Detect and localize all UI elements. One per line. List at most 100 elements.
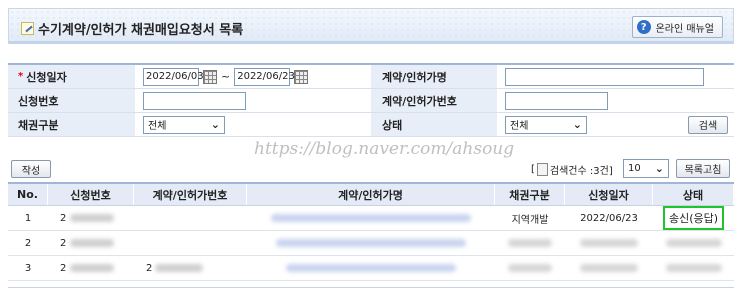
required-mark: *	[18, 71, 24, 82]
contract-no-label: 계약/인허가번호	[371, 89, 497, 112]
online-manual-button[interactable]: ? 온라인 매뉴얼	[631, 16, 723, 38]
status-value: 전체	[510, 121, 529, 132]
redacted-text	[70, 264, 115, 272]
cell-no: 2	[24, 237, 32, 249]
cell-apply-date	[565, 256, 653, 280]
cell-status	[653, 256, 734, 280]
table-row[interactable]: 3 2 2	[8, 256, 734, 281]
contract-no-input[interactable]	[505, 91, 608, 110]
help-icon: ?	[636, 20, 651, 34]
count-text: 검색건수 :3건]	[549, 165, 613, 177]
contract-name-label: 계약/인허가명	[371, 65, 497, 88]
redacted-text	[70, 214, 115, 222]
cell-contract-name[interactable]	[247, 256, 495, 280]
title-bar: 수기계약/인허가 채권매입요청서 목록 ? 온라인 매뉴얼	[8, 8, 734, 44]
search-form: * 신청일자 2022/06/03 ~ 2022/06/23 계약/인허가명 신…	[8, 63, 734, 137]
page-size-value: 10	[628, 163, 641, 174]
cell-contract-no	[134, 231, 247, 255]
bond-type-label: 채권구분	[8, 113, 135, 136]
cell-apply-date	[565, 231, 653, 255]
redacted-text	[665, 264, 722, 272]
cell-status: 송신(응답)	[653, 206, 734, 230]
chevron-down-icon: ⌄	[654, 162, 664, 175]
col-no: No.	[8, 184, 48, 205]
cell-bond-type: 지역개발	[511, 214, 549, 226]
count-bracket: [	[531, 163, 535, 175]
memo-icon	[21, 22, 34, 35]
search-count: [ 검색건수 :3건]	[531, 160, 613, 178]
cell-bond-type	[495, 231, 565, 255]
apply-no-cell	[135, 89, 371, 112]
bond-type-cell: 전체 ⌄	[135, 113, 371, 136]
contract-no-cell	[497, 89, 734, 112]
cell-apply-date: 2022/06/23	[580, 212, 638, 224]
cell-contract-name[interactable]	[247, 206, 495, 230]
status-highlight: 송신(응답)	[662, 206, 725, 230]
cell-no: 1	[24, 212, 32, 224]
redacted-text	[276, 239, 466, 247]
refresh-list-button[interactable]: 목록고침	[676, 159, 730, 178]
contract-no-text: 2	[146, 262, 153, 274]
col-apply-date: 신청일자	[565, 184, 653, 205]
online-manual-label: 온라인 매뉴얼	[655, 23, 714, 35]
redacted-text	[271, 214, 471, 222]
cell-apply-no[interactable]: 2	[48, 206, 134, 230]
cell-apply-no[interactable]: 2	[48, 231, 134, 255]
table-bottom-border	[8, 287, 734, 288]
date-separator: ~	[221, 70, 231, 83]
watermark: https://blog.naver.com/ahsoug	[254, 139, 515, 159]
redacted-text	[508, 264, 552, 272]
redacted-text	[580, 264, 638, 272]
col-contract-no: 계약/인허가번호	[134, 184, 247, 205]
apply-date-label-text: 신청일자	[26, 70, 67, 84]
table-row[interactable]: 1 2 지역개발 2022/06/23 송신(응답)	[8, 206, 734, 231]
calendar-icon[interactable]	[203, 69, 217, 84]
apply-date-label: * 신청일자	[8, 65, 135, 88]
calendar-icon[interactable]	[294, 69, 309, 84]
apply-no-text: 2	[60, 212, 67, 224]
form-row-2: 신청번호 계약/인허가번호	[8, 89, 734, 113]
chevron-down-icon: ⌄	[210, 118, 220, 131]
document-icon	[536, 162, 548, 176]
apply-no-text: 2	[60, 262, 67, 274]
cell-contract-no	[134, 206, 247, 230]
cell-contract-name[interactable]	[247, 231, 495, 255]
table-row[interactable]: 2 2	[8, 231, 734, 256]
apply-no-input[interactable]	[143, 91, 246, 110]
redacted-text	[286, 264, 456, 272]
page-size-select[interactable]: 10 ⌄	[623, 159, 669, 178]
bond-type-value: 전체	[148, 121, 167, 132]
results-table: No. 신청번호 계약/인허가번호 계약/인허가명 채권구분 신청일자 상태 1…	[8, 182, 734, 281]
table-header: No. 신청번호 계약/인허가번호 계약/인허가명 채권구분 신청일자 상태	[8, 182, 734, 206]
date-from-input[interactable]: 2022/06/03	[143, 67, 204, 86]
form-row-3: 채권구분 전체 ⌄ 상태 전체 ⌄ 검색	[8, 113, 734, 137]
apply-date-cell: 2022/06/03 ~ 2022/06/23	[135, 65, 371, 88]
contract-name-cell	[497, 65, 734, 88]
cell-no: 3	[24, 262, 32, 274]
redacted-text	[155, 264, 204, 272]
redacted-text	[70, 239, 115, 247]
chevron-down-icon: ⌄	[572, 118, 582, 131]
cell-status	[653, 231, 734, 255]
form-row-1: * 신청일자 2022/06/03 ~ 2022/06/23 계약/인허가명	[8, 65, 734, 89]
cell-apply-no[interactable]: 2	[48, 256, 134, 280]
redacted-text	[580, 239, 638, 247]
apply-no-text: 2	[60, 237, 67, 249]
cell-bond-type	[495, 256, 565, 280]
cell-contract-no: 2	[134, 256, 247, 280]
col-apply-no: 신청번호	[48, 184, 134, 205]
status-select[interactable]: 전체 ⌄	[505, 115, 587, 134]
status-cell: 전체 ⌄ 검색	[497, 113, 734, 136]
page-title: 수기계약/인허가 채권매입요청서 목록	[21, 19, 243, 38]
redacted-text	[508, 239, 552, 247]
apply-no-label: 신청번호	[8, 89, 135, 112]
write-button[interactable]: 작성	[11, 160, 51, 178]
col-contract-name: 계약/인허가명	[247, 184, 495, 205]
bond-type-select[interactable]: 전체 ⌄	[143, 115, 225, 134]
col-status: 상태	[653, 184, 734, 205]
col-bond-type: 채권구분	[495, 184, 565, 205]
contract-name-input[interactable]	[505, 67, 704, 86]
status-label: 상태	[371, 113, 497, 136]
search-button[interactable]: 검색	[688, 115, 728, 134]
date-to-input[interactable]: 2022/06/23	[234, 67, 295, 86]
